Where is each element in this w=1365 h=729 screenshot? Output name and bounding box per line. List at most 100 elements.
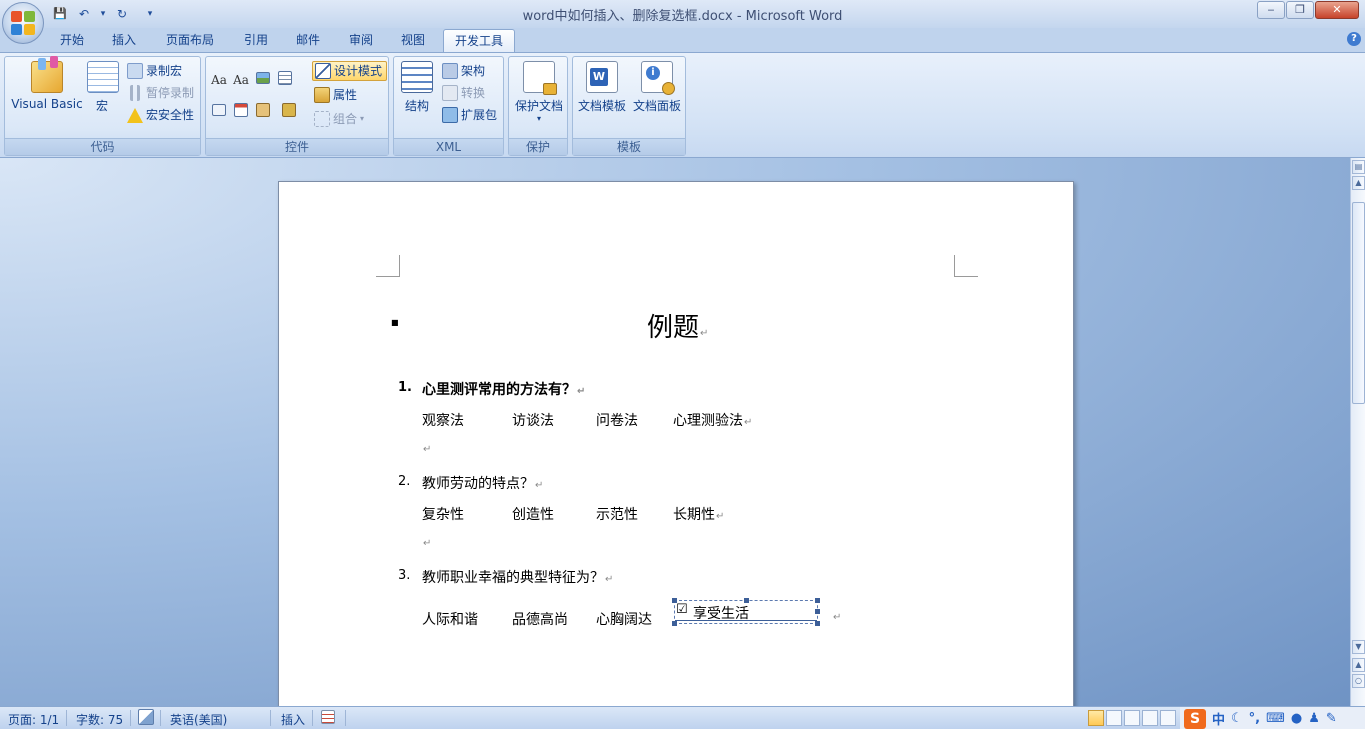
macro-security-button[interactable]: 宏安全性 [127, 105, 194, 125]
properties-button[interactable]: 属性 [314, 85, 357, 105]
print-layout-view-icon[interactable] [1088, 710, 1104, 726]
status-separator [345, 710, 346, 726]
proofing-icon[interactable] [138, 709, 154, 725]
paragraph-mark: ↵ [700, 328, 709, 339]
record-macro-icon [127, 63, 143, 79]
group-controls: Aa Aa 设计模式 属性 组合 ▾ 控件 [205, 56, 389, 156]
pause-recording-button[interactable]: 暂停录制 [127, 83, 194, 103]
resize-handle[interactable] [672, 621, 677, 626]
document-page[interactable]: ■ 例题↵ 1. 心里测评常用的方法有？↵ 观察法 访谈法 问卷法 心理测验法↵… [278, 181, 1074, 706]
tab-review[interactable]: 审阅 [339, 29, 383, 52]
plain-text-control-button[interactable]: Aa [232, 71, 250, 89]
resize-handle[interactable] [815, 621, 820, 626]
document-template-button[interactable]: W 文档模板 [575, 61, 629, 114]
combo-box-control-button[interactable] [276, 71, 294, 89]
language[interactable]: 英语(美国) [170, 711, 227, 728]
ruler-toggle-icon[interactable]: ▤ [1352, 160, 1365, 174]
word-template-icon: W [586, 61, 618, 93]
tab-mailings[interactable]: 邮件 [286, 29, 330, 52]
outline-view-icon[interactable] [1142, 710, 1158, 726]
record-macro-button[interactable]: 录制宏 [127, 61, 182, 81]
checkbox-checked-icon[interactable]: ☑ [676, 602, 688, 617]
scrollbar-thumb[interactable] [1352, 202, 1365, 404]
building-block-icon [212, 104, 226, 116]
previous-page-icon[interactable]: ▲ [1352, 658, 1365, 672]
status-separator [130, 710, 131, 726]
paragraph-mark: ↵ [577, 386, 586, 397]
group-templates-label: 模板 [573, 138, 685, 155]
status-bar: 页面: 1/1 字数: 75 英语(美国) 插入 S 中 ☾ °, ⌨ ● ♟ … [0, 706, 1365, 729]
building-block-control-button[interactable] [210, 103, 228, 121]
drop-down-list-control-button[interactable] [254, 103, 272, 121]
office-button[interactable] [2, 2, 44, 44]
macros-button[interactable]: 宏 [87, 61, 119, 114]
user-icon[interactable]: ● [1291, 711, 1302, 726]
document-panel-button[interactable]: i 文档面板 [630, 61, 684, 114]
resize-handle[interactable] [815, 598, 820, 603]
undo-icon[interactable]: ↶ [74, 4, 94, 22]
tab-view[interactable]: 视图 [391, 29, 435, 52]
group-button[interactable]: 组合 ▾ [314, 109, 364, 129]
moon-icon[interactable]: ☾ [1231, 711, 1243, 726]
option-1-2: 访谈法 [512, 413, 554, 429]
legacy-tools-icon [282, 103, 296, 117]
protect-document-dropdown-icon: ▾ [536, 114, 541, 123]
insert-mode[interactable]: 插入 [281, 711, 305, 728]
resize-handle[interactable] [815, 609, 820, 614]
protect-document-button[interactable]: 保护文档 ▾ [511, 61, 567, 124]
tab-developer[interactable]: 开发工具 [443, 29, 515, 52]
draft-view-icon[interactable] [1160, 710, 1176, 726]
skin-icon[interactable]: ♟ [1308, 711, 1320, 726]
sogou-ime-logo[interactable]: S [1184, 708, 1206, 729]
keyboard-icon[interactable]: ⌨ [1266, 711, 1285, 726]
properties-icon [314, 87, 330, 103]
picture-control-button[interactable] [254, 71, 272, 89]
option-2-4-text: 长期性 [673, 507, 715, 523]
pause-icon [130, 85, 140, 101]
option-2-1: 复杂性 [422, 507, 464, 523]
option-1-4: 心理测验法↵ [673, 410, 752, 430]
scroll-up-icon[interactable]: ▲ [1352, 176, 1365, 190]
browse-object-icon[interactable]: ○ [1352, 674, 1365, 688]
minimize-button[interactable]: ‒ [1257, 1, 1285, 19]
redo-icon[interactable]: ↻ [112, 4, 132, 22]
legacy-tools-button[interactable] [276, 103, 302, 121]
rich-text-control-button[interactable]: Aa [210, 71, 228, 89]
vertical-scrollbar[interactable]: ▤ ▲ ▼ ▲ ○ [1350, 158, 1365, 706]
design-mode-button[interactable]: 设计模式 [312, 61, 388, 81]
macro-recording-icon[interactable] [321, 710, 335, 727]
tools-icon[interactable]: ✎ [1326, 711, 1337, 726]
expansion-packs-button[interactable]: 扩展包 [442, 105, 497, 125]
visual-basic-button[interactable]: Visual Basic [9, 56, 85, 111]
structure-button[interactable]: 结构 [398, 61, 436, 114]
tab-references[interactable]: 引用 [234, 29, 278, 52]
web-layout-view-icon[interactable] [1124, 710, 1140, 726]
option-1-3: 问卷法 [596, 413, 638, 429]
checkbox-content-control[interactable]: ☑ 享受生活 [672, 598, 820, 626]
schema-button[interactable]: 架构 [442, 61, 485, 81]
maximize-button[interactable]: ❐ [1286, 1, 1314, 19]
full-screen-reading-view-icon[interactable] [1106, 710, 1122, 726]
save-icon[interactable]: 💾 [50, 4, 70, 22]
undo-dropdown-icon[interactable]: ▾ [98, 4, 108, 22]
page-count[interactable]: 页面: 1/1 [8, 711, 59, 728]
tab-insert[interactable]: 插入 [102, 29, 146, 52]
group-templates: W 文档模板 i 文档面板 模板 [572, 56, 686, 156]
help-icon[interactable]: ? [1347, 32, 1361, 46]
question-number-2: 2. [398, 474, 411, 489]
date-picker-control-button[interactable] [232, 103, 250, 121]
close-button[interactable]: ✕ [1315, 1, 1359, 19]
tab-home[interactable]: 开始 [50, 29, 94, 52]
scroll-down-icon[interactable]: ▼ [1352, 640, 1365, 654]
option-2-4: 长期性↵ [673, 504, 724, 524]
tab-page-layout[interactable]: 页面布局 [158, 29, 222, 52]
customize-qat-icon[interactable]: ▾ [144, 4, 156, 22]
word-count[interactable]: 字数: 75 [76, 711, 123, 728]
transform-button[interactable]: 转换 [442, 83, 485, 103]
ribbon-tabs: 开始 插入 页面布局 引用 邮件 审阅 视图 开发工具 ? [0, 28, 1365, 52]
punctuation-icon[interactable]: °, [1249, 711, 1260, 726]
option-3-2: 品德高尚 [512, 612, 568, 628]
chinese-mode-toggle[interactable]: 中 [1212, 709, 1225, 728]
office-logo-icon [11, 11, 35, 35]
status-separator [270, 710, 271, 726]
